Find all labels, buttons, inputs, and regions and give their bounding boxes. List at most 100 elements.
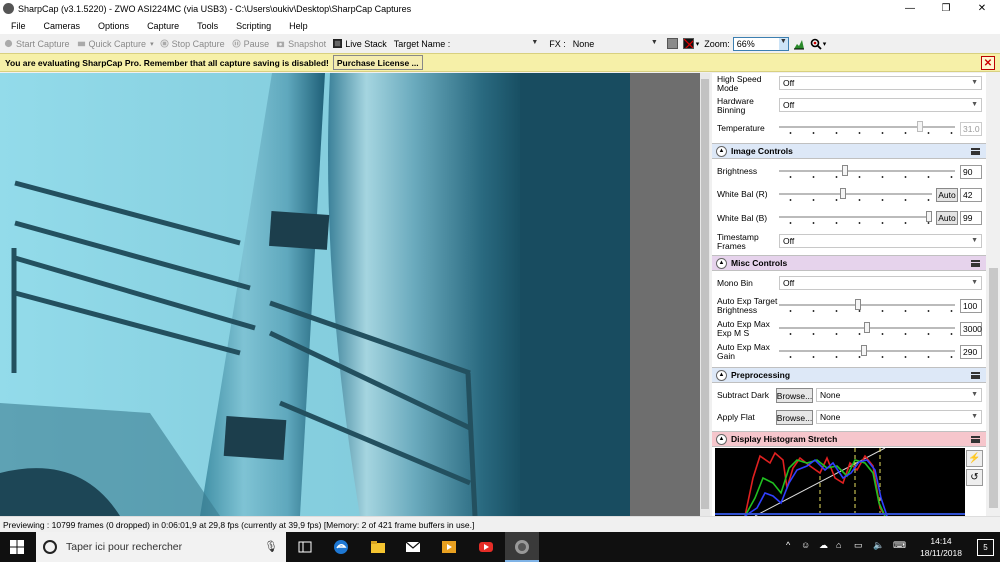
brightness-slider[interactable] [779, 165, 955, 179]
auto-exp-max-gain-slider[interactable] [779, 345, 955, 359]
stop-capture-icon [160, 39, 169, 48]
menu-capture[interactable]: Capture [136, 21, 186, 31]
hardware-binning-select[interactable]: Off ▼ [779, 98, 982, 112]
purchase-license-button[interactable]: Purchase License ... [332, 55, 423, 70]
cortana-icon [43, 540, 57, 554]
camera-preview[interactable] [0, 73, 630, 516]
quick-capture-dropdown-icon[interactable]: ▾ [150, 40, 154, 48]
menu-cameras[interactable]: Cameras [33, 21, 88, 31]
swatch-dropdown-icon[interactable]: ▾ [696, 40, 700, 48]
sharpcap-taskbar-button[interactable] [505, 532, 539, 562]
timestamp-frames-select[interactable]: Off ▼ [779, 234, 982, 248]
menu-tools[interactable]: Tools [186, 21, 225, 31]
live-stack-button[interactable]: Live Stack [333, 39, 387, 49]
network-icon[interactable]: ⌂ [836, 540, 841, 550]
image-controls-header[interactable]: ▲ Image Controls [712, 143, 986, 159]
mail-icon[interactable] [405, 539, 421, 555]
brightness-value[interactable]: 90 [960, 165, 982, 179]
gray-color-swatch[interactable] [666, 38, 678, 49]
menu-scripting[interactable]: Scripting [225, 21, 278, 31]
high-speed-mode-select[interactable]: Off ▼ [779, 76, 982, 90]
collapse-icon[interactable]: ▲ [716, 369, 727, 381]
white-bal-r-value[interactable]: 42 [960, 188, 982, 202]
white-bal-b-auto-button[interactable]: Auto [936, 211, 958, 225]
media-player-icon[interactable] [441, 539, 457, 555]
close-banner-icon[interactable]: ✕ [981, 56, 995, 70]
volume-icon[interactable]: 🔈 [873, 540, 884, 551]
panel-scrollbar[interactable] [987, 73, 1000, 516]
notification-count: 5 [983, 543, 988, 552]
apply-flat-select[interactable]: None ▼ [816, 410, 982, 424]
start-capture-icon [4, 39, 13, 48]
hamburger-menu-icon[interactable] [971, 436, 980, 443]
camera-icon [277, 41, 285, 48]
mono-bin-select[interactable]: Off ▼ [779, 276, 982, 290]
microphone-icon[interactable]: 🎙 [264, 540, 278, 553]
hamburger-menu-icon[interactable] [971, 260, 980, 267]
task-view-icon[interactable] [297, 539, 313, 555]
subtract-dark-select[interactable]: None ▼ [816, 388, 982, 402]
fx-select[interactable]: None ▼ [569, 37, 661, 51]
pause-button[interactable]: Pause [232, 39, 269, 49]
scrollbar-thumb[interactable] [989, 268, 998, 508]
title-bar: SharpCap (v3.1.5220) - ZWO ASI224MC (via… [0, 0, 1000, 17]
collapse-icon[interactable]: ▲ [716, 145, 727, 157]
maximize-button[interactable]: ❐ [928, 0, 964, 17]
zoom-select[interactable]: 66% ▼ [732, 36, 789, 51]
display-histogram-stretch-header[interactable]: ▲ Display Histogram Stretch [712, 431, 986, 447]
hamburger-menu-icon[interactable] [971, 148, 980, 155]
timestamp-frames-label: Timestamp Frames [717, 232, 759, 251]
youtube-icon[interactable] [478, 539, 494, 555]
scrollbar-thumb[interactable] [701, 79, 709, 509]
auto-exp-max-exp-value[interactable]: 3000 [960, 322, 982, 336]
snapshot-button[interactable]: Snapshot [276, 39, 326, 49]
quick-capture-button[interactable]: Quick Capture ▾ [77, 39, 154, 49]
auto-exp-max-exp-slider[interactable] [779, 322, 955, 336]
pause-icon [232, 39, 241, 48]
minimize-button[interactable]: — [892, 0, 928, 17]
target-name-combobox[interactable]: ▼ [454, 37, 541, 51]
histogram-display[interactable] [715, 447, 965, 516]
auto-exp-target-brightness-value[interactable]: 100 [960, 299, 982, 313]
stop-capture-button[interactable]: Stop Capture [160, 39, 225, 49]
onedrive-icon[interactable]: ☁ [819, 540, 828, 551]
collapse-icon[interactable]: ▲ [716, 433, 727, 445]
collapse-icon[interactable]: ▲ [716, 257, 727, 269]
white-bal-r-auto-button[interactable]: Auto [936, 188, 958, 202]
start-capture-button[interactable]: Start Capture [4, 39, 70, 49]
hamburger-menu-icon[interactable] [971, 372, 980, 379]
tray-expand-icon[interactable]: ^ [786, 540, 790, 550]
action-center-icon[interactable]: 5 [977, 539, 994, 556]
apply-flat-browse-button[interactable]: Browse... [776, 410, 813, 425]
clock[interactable]: 14:14 18/11/2018 [920, 535, 962, 559]
edge-browser-icon[interactable] [333, 539, 349, 555]
menu-help[interactable]: Help [278, 21, 315, 31]
histogram-icon[interactable] [793, 38, 805, 50]
windows-taskbar: Taper ici pour rechercher 🎙 ^ ☺ ☁ ⌂ ▭ 🔈 … [0, 532, 1000, 562]
keyboard-icon[interactable]: ⌨ [893, 540, 906, 551]
white-bal-r-label: White Bal (R) [717, 189, 768, 199]
people-icon[interactable]: ☺ [801, 540, 810, 550]
battery-icon[interactable]: ▭ [854, 540, 863, 551]
menu-options[interactable]: Options [87, 21, 136, 31]
misc-controls-header[interactable]: ▲ Misc Controls [712, 255, 986, 271]
subtract-dark-browse-button[interactable]: Browse... [776, 388, 813, 403]
auto-exp-target-brightness-slider[interactable] [779, 299, 955, 313]
magnifier-icon[interactable] [810, 38, 822, 50]
magnifier-dropdown-icon[interactable]: ▾ [823, 40, 827, 48]
white-bal-b-slider[interactable] [779, 211, 932, 225]
preprocessing-header[interactable]: ▲ Preprocessing [712, 367, 986, 383]
preview-scrollbar[interactable] [700, 73, 710, 516]
reset-stretch-icon[interactable]: ↺ [966, 469, 983, 486]
close-window-button[interactable]: ✕ [964, 0, 1000, 17]
red-cross-color-swatch[interactable] [682, 38, 694, 49]
auto-exp-max-gain-value[interactable]: 290 [960, 345, 982, 359]
windows-start-icon[interactable] [10, 540, 24, 554]
menu-file[interactable]: File [0, 21, 33, 31]
auto-stretch-icon[interactable]: ⚡ [966, 450, 983, 467]
white-bal-b-value[interactable]: 99 [960, 211, 982, 225]
file-explorer-icon[interactable] [370, 539, 386, 555]
taskbar-search-box[interactable]: Taper ici pour rechercher 🎙 [36, 532, 286, 562]
white-bal-r-slider[interactable] [779, 188, 932, 202]
chevron-down-icon: ▼ [778, 37, 788, 50]
